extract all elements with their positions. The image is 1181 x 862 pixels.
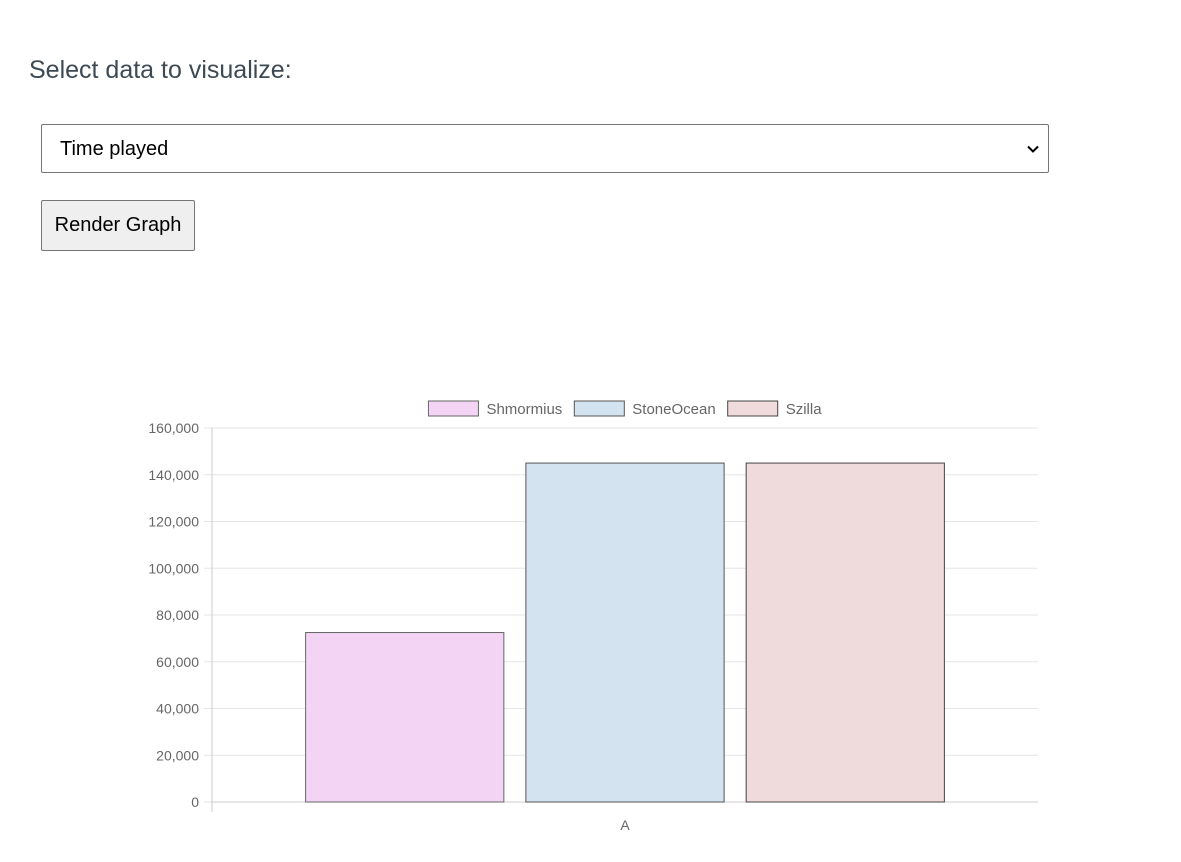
y-tick-label: 100,000 (148, 560, 199, 576)
bar-shmormius (305, 632, 505, 803)
bar-stoneocean (525, 462, 725, 803)
legend-label-shmormius: Shmormius (486, 401, 562, 418)
render-graph-button[interactable]: Render Graph (41, 200, 195, 251)
y-tick-label: 0 (191, 794, 199, 810)
data-select-label: Select data to visualize: (29, 56, 292, 84)
data-select[interactable]: Time played (41, 124, 1049, 173)
legend-label-stoneocean: StoneOcean (632, 401, 715, 418)
y-tick-label: 160,000 (148, 420, 199, 436)
y-tick-label: 40,000 (156, 701, 199, 717)
legend-swatch-szilla (727, 400, 779, 417)
bar-chart: 0 20,000 40,000 60,000 80,000 100,000 120,000 1… (0, 380, 1181, 857)
chart-canvas: 0 20,000 40,000 60,000 80,000 100,000 120,000 1… (148, 400, 1038, 833)
data-select-value: Time played (60, 138, 169, 160)
x-tick-label: A (620, 817, 630, 833)
legend-label-szilla: Szilla (786, 401, 823, 418)
legend-swatch-shmormius (427, 400, 479, 417)
y-tick-label: 20,000 (156, 747, 199, 763)
chevron-down-icon (1027, 145, 1039, 153)
y-tick-label: 120,000 (148, 514, 199, 530)
y-tick-label: 60,000 (156, 654, 199, 670)
bar-szilla (745, 462, 945, 803)
y-tick-label: 80,000 (156, 607, 199, 623)
legend-swatch-stoneocean (573, 400, 625, 417)
y-tick-label: 140,000 (148, 467, 199, 483)
